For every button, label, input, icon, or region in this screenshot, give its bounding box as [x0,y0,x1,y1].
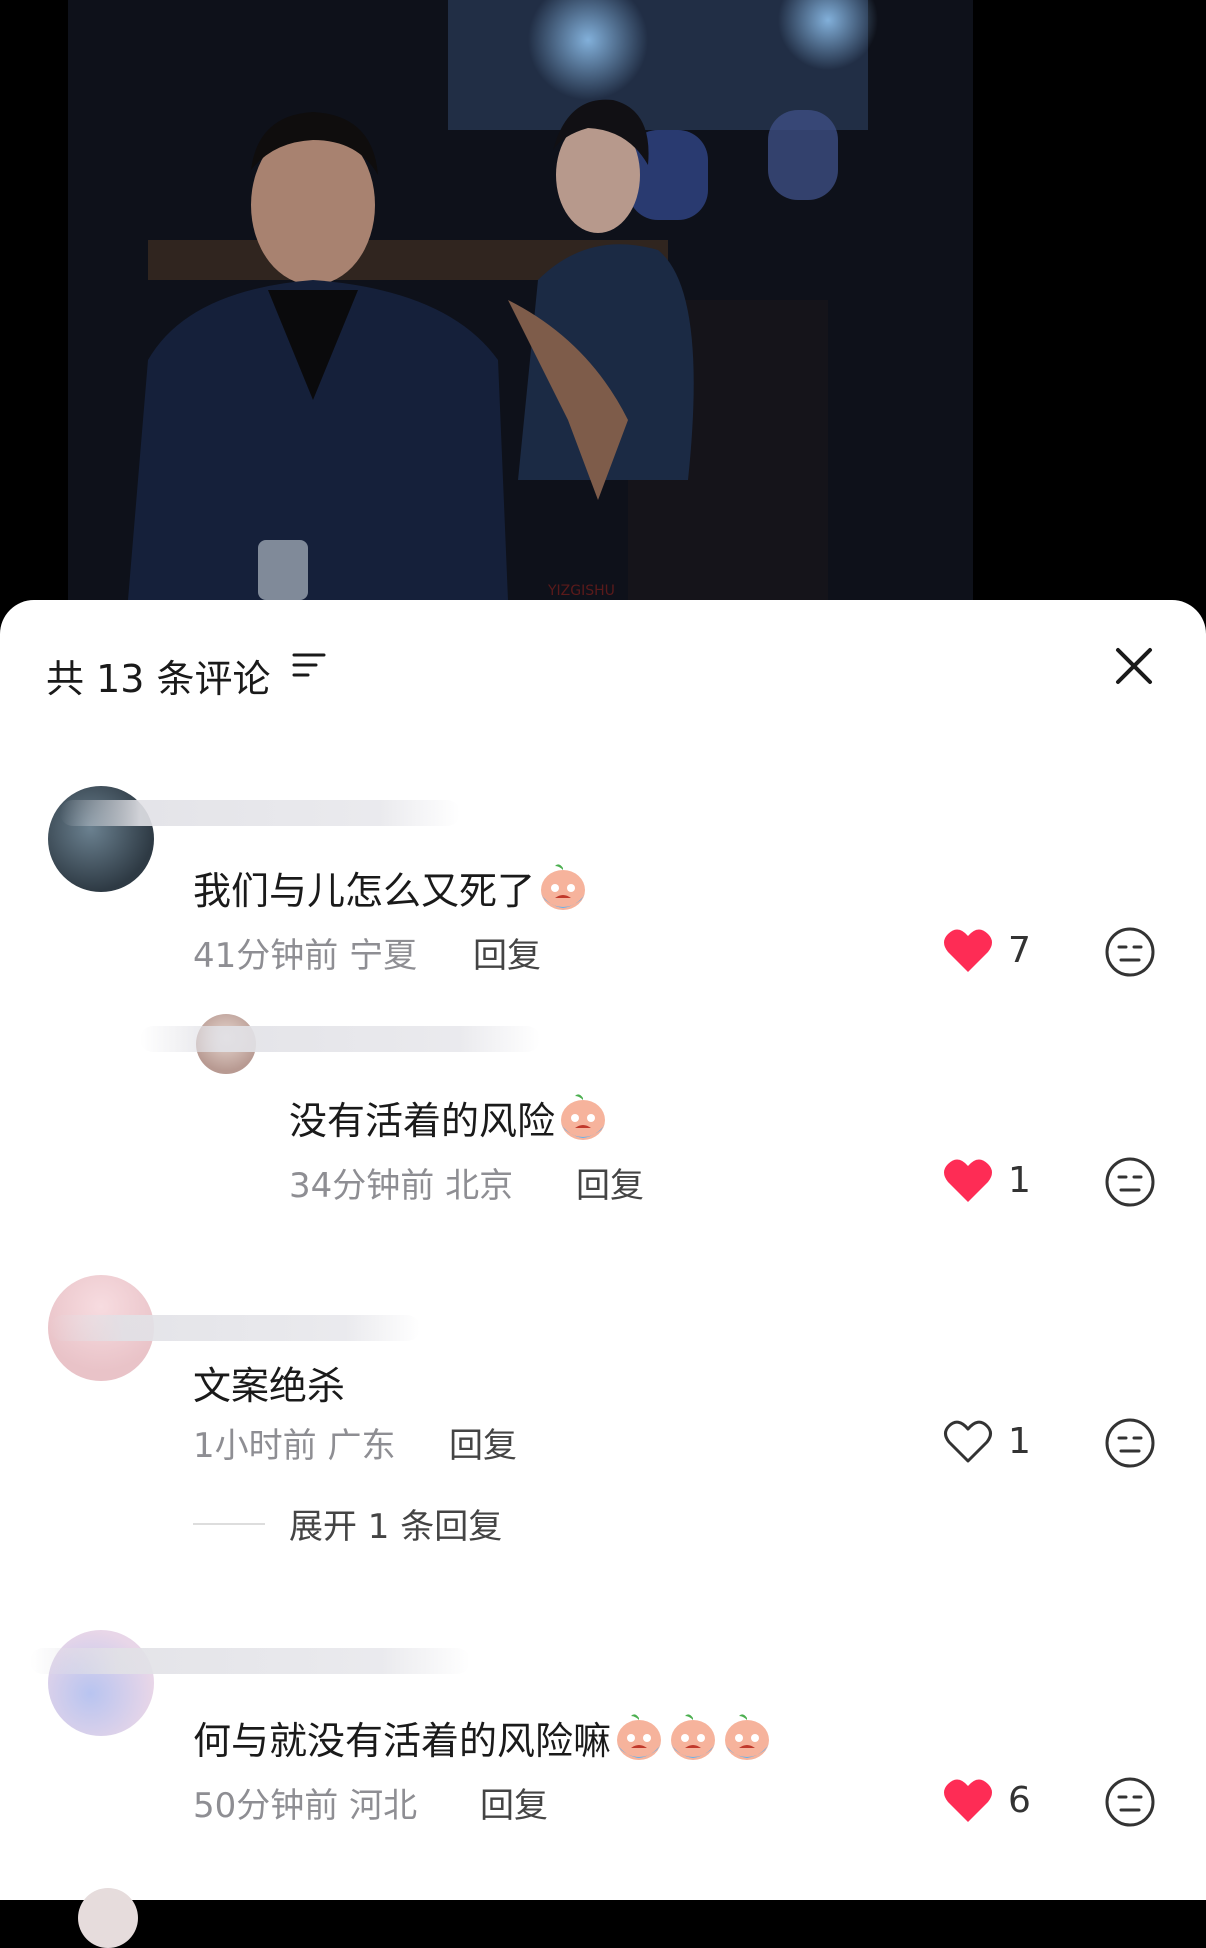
reply-button[interactable]: 回复 [576,1158,644,1207]
like-count: 6 [1008,1779,1031,1821]
heart-outline-icon [944,1420,992,1463]
avatar[interactable] [78,1888,138,1948]
comment-text: 文案绝杀 [193,1364,346,1408]
crying-emoji-icon [613,1710,665,1771]
like-button[interactable]: 1 [942,1417,1031,1465]
comment-text: 我们与儿怎么又死了 [193,860,589,921]
heart-filled-icon [944,1779,992,1822]
like-count: 1 [1008,1420,1031,1462]
comment-time: 34分钟前 [289,1166,435,1206]
comment-count-title: 共 13 条评论 [46,657,271,701]
video-scene: YIZGISHU [68,0,973,600]
username-redacted[interactable] [30,1648,470,1674]
close-button[interactable] [1112,644,1156,688]
comment-region: 北京 [445,1166,514,1206]
username-redacted[interactable] [140,1026,540,1052]
username-redacted[interactable] [50,1315,420,1341]
dislike-button[interactable] [1104,1156,1156,1208]
close-icon [1116,648,1152,684]
video-player[interactable]: YIZGISHU [0,0,1206,620]
like-count: 1 [1008,1159,1031,1201]
crying-emoji-icon [721,1710,773,1771]
divider [193,1522,265,1525]
comment-sheet: 共 13 条评论 我们与儿怎么又死了 41分钟前 宁夏 回复 7 没有活着的风险… [0,600,1206,1948]
video-frame: YIZGISHU [68,0,973,600]
username-redacted[interactable] [60,800,460,826]
crying-emoji-icon [537,860,589,921]
expand-replies-button[interactable]: 展开 1 条回复 [193,1499,502,1548]
comment-time: 50分钟前 [193,1786,339,1826]
neutral-face-icon [1105,1418,1155,1468]
like-button[interactable]: 1 [942,1156,1031,1204]
comment-region: 广东 [327,1426,396,1466]
neutral-face-icon [1105,1157,1155,1207]
heart-filled-icon [944,1159,992,1202]
neutral-face-icon [1105,927,1155,977]
comment-time: 41分钟前 [193,936,339,976]
comment-text: 何与就没有活着的风险嘛 [193,1710,773,1771]
comment-meta: 41分钟前 宁夏 [193,928,417,977]
expand-replies-label: 展开 1 条回复 [289,1507,503,1547]
video-watermark: YIZGISHU [547,583,615,599]
comment-region: 河北 [349,1786,418,1826]
crying-emoji-icon [667,1710,719,1771]
reply-button[interactable]: 回复 [480,1778,548,1827]
comment-text: 没有活着的风险 [289,1090,609,1151]
dislike-button[interactable] [1104,926,1156,978]
reply-button[interactable]: 回复 [473,928,541,977]
reply-button[interactable]: 回复 [449,1418,517,1467]
comment-time: 1小时前 [193,1426,317,1466]
heart-filled-icon [944,929,992,972]
avatar[interactable] [48,1630,154,1736]
neutral-face-icon [1105,1777,1155,1827]
like-button[interactable]: 6 [942,1776,1031,1824]
dislike-button[interactable] [1104,1417,1156,1469]
comment-meta: 50分钟前 河北 [193,1778,417,1827]
comment-region: 宁夏 [349,936,418,976]
dislike-button[interactable] [1104,1776,1156,1828]
like-count: 7 [1008,929,1031,971]
comment-meta: 1小时前 广东 [193,1418,395,1467]
crying-emoji-icon [557,1090,609,1151]
like-button[interactable]: 7 [942,926,1031,974]
sort-icon[interactable] [292,650,326,684]
comment-meta: 34分钟前 北京 [289,1158,513,1207]
